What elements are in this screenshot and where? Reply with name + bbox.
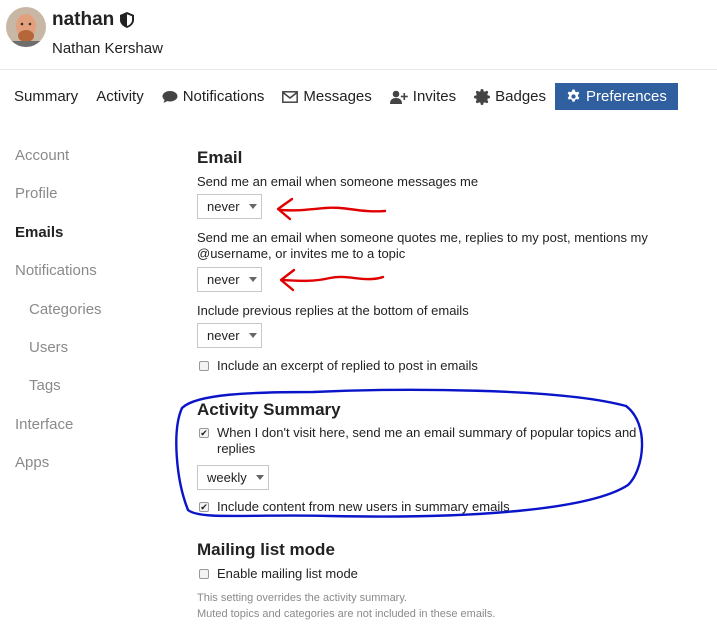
avatar[interactable] (6, 7, 46, 47)
previous-replies-select[interactable]: never (197, 323, 262, 348)
red-arrow-annotation (279, 268, 385, 292)
mailing-list-option: Enable mailing list mode (199, 566, 358, 582)
summary-frequency-select[interactable]: weekly (197, 465, 269, 490)
sidebar-item-profile[interactable]: Profile (15, 185, 58, 202)
tab-summary[interactable]: Summary (0, 83, 87, 110)
mailing-list-heading: Mailing list mode (197, 540, 335, 559)
previous-replies-label: Include previous replies at the bottom o… (197, 303, 469, 318)
tab-activity[interactable]: Activity (87, 83, 153, 110)
tab-badges[interactable]: Badges (465, 83, 555, 110)
sidebar-item-apps[interactable]: Apps (15, 454, 49, 471)
excerpt-checkbox[interactable] (199, 361, 209, 371)
sidebar-item-account[interactable]: Account (15, 147, 69, 164)
full-name: Nathan Kershaw (52, 40, 163, 57)
tab-invites[interactable]: Invites (381, 83, 465, 110)
gear-icon (567, 89, 580, 102)
certificate-icon (474, 88, 491, 105)
comment-icon (162, 90, 178, 103)
mailing-list-checkbox[interactable] (199, 569, 209, 579)
caret-down-icon (255, 475, 264, 480)
quotes-email-label: Send me an email when someone quotes me,… (197, 230, 648, 261)
sidebar-item-notifications[interactable]: Notifications (15, 262, 97, 279)
quotes-email-select[interactable]: never (197, 267, 262, 292)
email-heading: Email (197, 148, 243, 167)
summary-option: ✔ When I don't visit here, send me an em… (199, 425, 637, 456)
sidebar-item-users[interactable]: Users (29, 339, 68, 356)
envelope-icon (282, 90, 299, 103)
red-arrow-annotation (276, 197, 387, 221)
sidebar-item-tags[interactable]: Tags (29, 377, 61, 394)
caret-down-icon (248, 277, 257, 282)
messages-email-label: Send me an email when someone messages m… (197, 174, 479, 189)
tab-preferences[interactable]: Preferences (555, 83, 678, 110)
summary-checkbox[interactable]: ✔ (199, 428, 209, 438)
new-users-option: ✔ Include content from new users in summ… (199, 499, 510, 514)
tab-messages[interactable]: Messages (273, 83, 380, 110)
mailing-list-note: This setting overrides the activity summ… (197, 592, 496, 620)
user-plus-icon (389, 90, 408, 104)
sidebar-item-interface[interactable]: Interface (15, 416, 73, 433)
caret-down-icon (248, 204, 257, 209)
sidebar-item-emails[interactable]: Emails (15, 224, 63, 241)
sidebar-item-categories[interactable]: Categories (29, 301, 102, 318)
new-users-checkbox[interactable]: ✔ (199, 502, 209, 512)
tab-notifications[interactable]: Notifications (153, 83, 274, 110)
activity-summary-heading: Activity Summary (197, 400, 341, 419)
shield-icon (120, 12, 135, 28)
username-text: nathan (52, 9, 115, 30)
user-nav-tabs: Summary Activity Notifications Messages … (0, 83, 678, 110)
messages-email-select[interactable]: never (197, 194, 262, 219)
header-divider (0, 69, 717, 70)
caret-down-icon (248, 333, 257, 338)
excerpt-option: Include an excerpt of replied to post in… (199, 358, 478, 374)
username: nathan (52, 9, 135, 31)
